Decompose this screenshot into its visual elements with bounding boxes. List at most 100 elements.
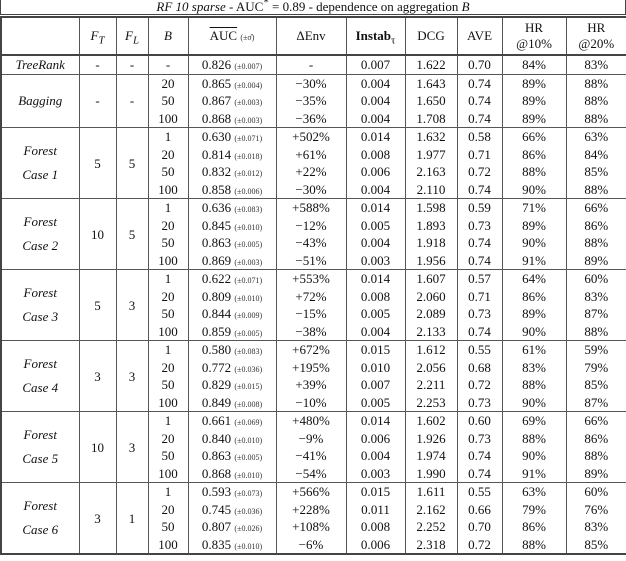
b-cell: 100 <box>147 251 189 270</box>
auc-sd: (±0.026) <box>234 524 263 534</box>
header-ave: AVE <box>456 17 503 56</box>
denv-cell: +566% <box>275 482 347 501</box>
fl-cell: - <box>115 73 149 128</box>
denv-cell: −51% <box>275 251 347 270</box>
auc-cell: 0.630 (±0.071) <box>187 127 277 146</box>
denv-cell: +72% <box>275 287 347 305</box>
b-cell: 20 <box>147 216 189 234</box>
auc-cell: 0.826 (±0.007) <box>187 54 277 74</box>
auc-sd: (±0.007) <box>234 62 263 72</box>
dcg-cell: 1.708 <box>404 109 458 128</box>
ave-cell: 0.74 <box>456 251 503 270</box>
table-row: Bagging - -20 0.865 (±0.004) −30% 0.004 1.643 0… <box>0 73 626 128</box>
hr10-cell: 89% <box>501 109 567 128</box>
b-cell: 20 <box>147 358 189 376</box>
ft-cell: - <box>78 54 117 74</box>
hr20-cell: 89% <box>565 464 626 483</box>
instab-cell: 0.008 <box>345 287 406 305</box>
dcg-cell: 2.060 <box>404 287 458 305</box>
dcg-cell: 1.611 <box>404 482 458 501</box>
auc-value: 0.593 <box>201 484 232 500</box>
hr10-cell: 63% <box>501 482 567 501</box>
group-name: Forest <box>23 285 57 300</box>
auc-cell: 0.863 (±0.005) <box>187 447 277 465</box>
auc-value: 0.844 <box>201 306 232 322</box>
denv-cell: −54% <box>275 464 347 483</box>
b-cell: 50 <box>147 92 189 110</box>
auc-sd: (±0.009) <box>234 311 263 321</box>
auc-sd: (±0.083) <box>234 205 263 215</box>
auc-value: 0.772 <box>201 359 232 375</box>
instab-cell: 0.007 <box>345 54 406 74</box>
hr10-cell: 86% <box>501 145 567 163</box>
fl-cell: 3 <box>115 340 149 412</box>
auc-sd: (±0.010) <box>234 470 263 480</box>
group-name: Bagging <box>18 93 63 109</box>
dcg-cell: 1.990 <box>404 464 458 483</box>
auc-cell: 0.829 (±0.015) <box>187 376 277 394</box>
hr10-cell: 86% <box>501 287 567 305</box>
instab-cell: 0.004 <box>345 109 406 128</box>
ave-cell: 0.55 <box>456 340 503 359</box>
denv-cell: −36% <box>275 109 347 128</box>
auc-cell: 0.772 (±0.036) <box>187 358 277 376</box>
instab-cell: 0.005 <box>345 216 406 234</box>
auc-sd: (±0.010) <box>234 293 263 303</box>
instab-cell: 0.015 <box>345 340 406 359</box>
hr10-cell: 91% <box>501 251 567 270</box>
caption-variable: B <box>461 0 470 14</box>
instab-cell: 0.005 <box>345 393 406 412</box>
table-body: TreeRank - - -0.826 (±0.007) -0.007 1.622 0.70… <box>0 54 626 554</box>
ave-cell: 0.74 <box>456 109 503 128</box>
ave-cell: 0.66 <box>456 500 503 518</box>
ft-cell: 5 <box>78 269 117 341</box>
hr10-cell: 88% <box>501 163 567 181</box>
auc-value: 0.814 <box>201 146 232 162</box>
hr20-cell: 86% <box>565 429 626 447</box>
denv-cell: +502% <box>275 127 347 146</box>
hr10-cell: 88% <box>501 535 567 554</box>
hr20-cell: 88% <box>565 109 626 128</box>
instab-cell: 0.004 <box>345 234 406 252</box>
hr10-cell: 89% <box>501 305 567 323</box>
header-b: B <box>147 17 189 56</box>
auc-sd: (±0.010) <box>234 222 263 232</box>
auc-sd: (±0.036) <box>234 506 263 516</box>
auc-cell: 0.859 (±0.005) <box>187 322 277 341</box>
instab-cell: 0.004 <box>345 322 406 341</box>
auc-value: 0.807 <box>201 519 232 535</box>
auc-sd: (±0.005) <box>234 328 263 338</box>
auc-cell: 0.865 (±0.004) <box>187 73 277 92</box>
denv-cell: −9% <box>275 429 347 447</box>
instab-cell: 0.004 <box>345 92 406 110</box>
hr20-cell: 85% <box>565 376 626 394</box>
instab-cell: 0.014 <box>345 411 406 430</box>
header-row: FT FL B AUC (±σ̂) ΔEnv Instabτ DCG AVE H… <box>0 17 626 56</box>
b-cell: 100 <box>147 393 189 412</box>
dcg-cell: 1.956 <box>404 251 458 270</box>
hr10-cell: 84% <box>501 54 567 74</box>
auc-sd: (±0.003) <box>234 115 263 125</box>
header-model <box>0 17 80 56</box>
header-hr20: HR @20% <box>565 17 626 56</box>
b-cell: 1 <box>147 198 189 217</box>
auc-value: 0.845 <box>201 217 232 233</box>
auc-cell: 0.863 (±0.005) <box>187 234 277 252</box>
b-cell: 50 <box>147 305 189 323</box>
b-cell: 20 <box>147 500 189 518</box>
dcg-cell: 2.211 <box>404 376 458 394</box>
denv-cell: −43% <box>275 234 347 252</box>
b-cell: 50 <box>147 234 189 252</box>
auc-cell: 0.849 (±0.008) <box>187 393 277 412</box>
ave-cell: 0.71 <box>456 145 503 163</box>
auc-sd: (±0.018) <box>234 151 263 161</box>
dcg-cell: 2.163 <box>404 163 458 181</box>
hr20-cell: 88% <box>565 180 626 199</box>
dcg-cell: 1.602 <box>404 411 458 430</box>
hr10-cell: 89% <box>501 92 567 110</box>
auc-value: 0.580 <box>201 342 232 358</box>
dcg-cell: 1.918 <box>404 234 458 252</box>
hr10-cell: 90% <box>501 234 567 252</box>
dcg-cell: 1.622 <box>404 54 458 74</box>
auc-sd: (±0.071) <box>234 276 263 286</box>
